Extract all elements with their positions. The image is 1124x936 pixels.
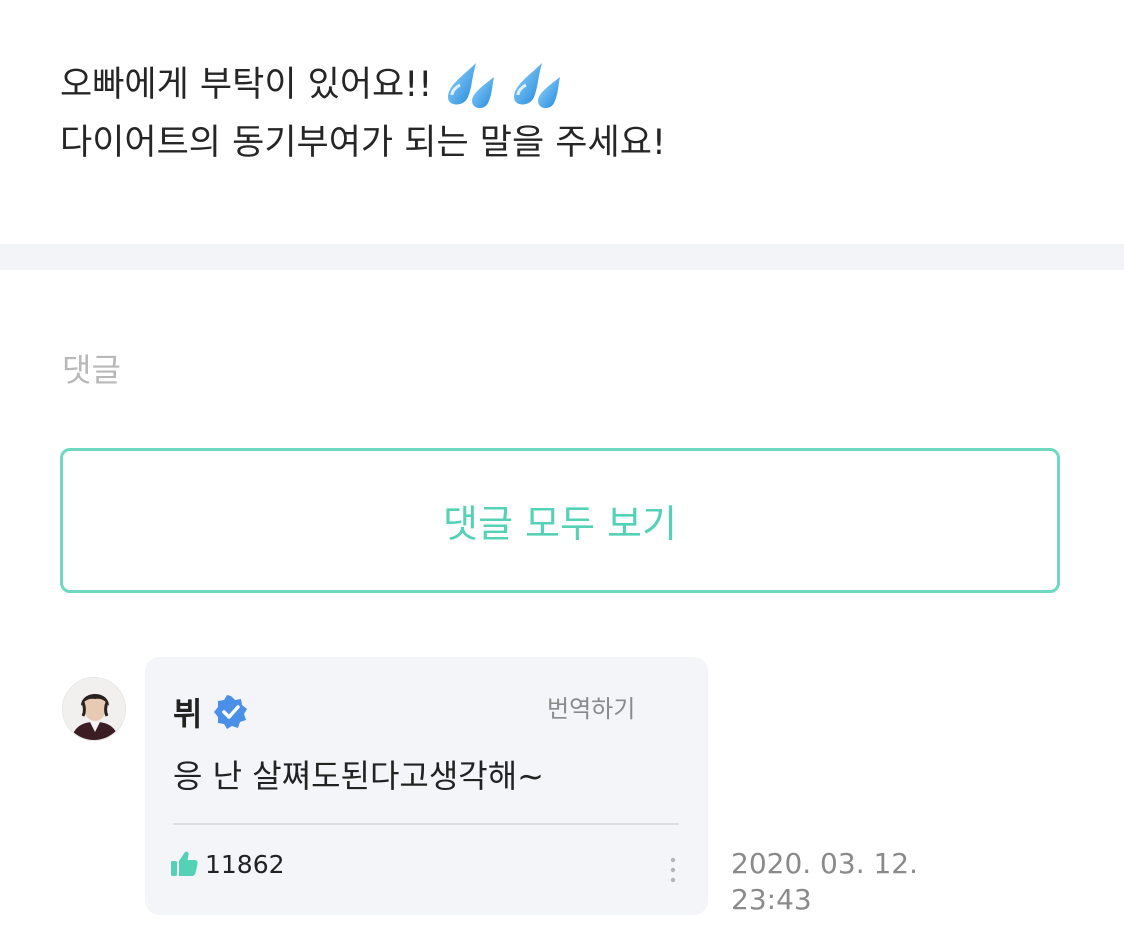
comment-author-row: 뷔 (173, 689, 248, 735)
avatar[interactable] (62, 677, 126, 741)
comment-card: 뷔 번역하기 응 난 살쪄도된다고생각해~ 11862 (145, 657, 708, 915)
comment-timestamp: 2020. 03. 12. 23:43 (731, 846, 918, 918)
verified-badge-icon (214, 695, 248, 729)
card-divider (173, 823, 679, 825)
view-all-comments-button[interactable]: 댓글 모두 보기 (60, 448, 1060, 593)
post-text-line-1: 오빠에게 부탁이 있어요!! (60, 65, 433, 105)
sweat-droplets-icon (448, 63, 495, 109)
post-body: 오빠에게 부탁이 있어요!! 다이어트의 동기부여가 되는 말을 주세요! (60, 56, 1060, 172)
comment-date: 2020. 03. 12. (731, 847, 919, 880)
like-count: 11862 (205, 849, 285, 879)
translate-link[interactable]: 번역하기 (547, 689, 635, 724)
comment-time: 23:43 (731, 883, 812, 916)
sweat-droplets-icon (514, 63, 561, 109)
like-button[interactable]: 11862 (169, 849, 285, 879)
section-divider (0, 244, 1124, 270)
avatar-portrait (63, 678, 125, 740)
post-text-line-2: 다이어트의 동기부여가 되는 말을 주세요! (60, 123, 666, 163)
post-line-1: 오빠에게 부탁이 있어요!! (60, 56, 1060, 114)
post-line-2: 다이어트의 동기부여가 되는 말을 주세요! (60, 114, 1060, 172)
more-options-icon[interactable] (668, 855, 678, 885)
comment-text: 응 난 살쪄도된다고생각해~ (173, 757, 544, 795)
thumbs-up-icon (171, 851, 198, 876)
comment-author[interactable]: 뷔 (173, 689, 202, 735)
comments-heading: 댓글 (62, 351, 121, 389)
